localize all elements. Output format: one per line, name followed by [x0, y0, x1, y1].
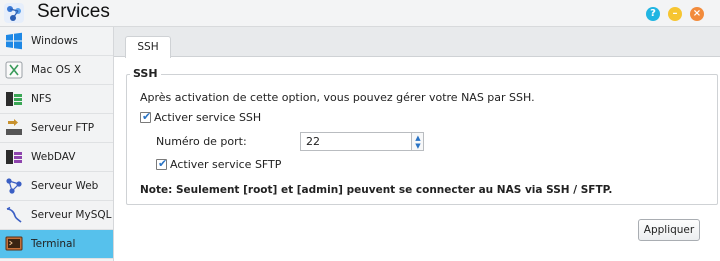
title-bar: Services ? – ×	[0, 0, 720, 27]
sidebar-item-nfs[interactable]: NFS	[0, 85, 113, 114]
web-server-icon	[6, 178, 22, 194]
check-icon: ✔	[158, 157, 168, 170]
sidebar-item-terminal[interactable]: Terminal	[0, 230, 113, 259]
sidebar-item-webdav[interactable]: WebDAV	[0, 143, 113, 172]
apply-button[interactable]: Appliquer	[638, 219, 700, 241]
spin-down-icon[interactable]: ▼	[413, 142, 423, 150]
nfs-icon	[6, 92, 22, 106]
sidebar-item-windows[interactable]: Windows	[0, 27, 113, 56]
tab-ssh[interactable]: SSH	[125, 36, 171, 58]
enable-ssh-label: Activer service SSH	[154, 111, 262, 124]
sidebar-item-label: Windows	[31, 35, 78, 47]
ssh-group-legend: SSH	[130, 67, 161, 81]
services-icon	[4, 3, 24, 23]
mysql-icon	[6, 206, 22, 223]
tab-bar: SSH	[114, 27, 720, 58]
enable-sftp-label: Activer service SFTP	[170, 158, 282, 171]
main-panel: SSH SSH Après activation de cette option…	[114, 27, 720, 261]
enable-sftp-checkbox[interactable]: ✔	[156, 157, 168, 170]
ssh-description: Après activation de cette option, vous p…	[140, 91, 535, 104]
sidebar-item-label: Terminal	[31, 238, 76, 250]
port-stepper[interactable]: ▲ ▼	[412, 132, 424, 151]
spin-up-icon[interactable]: ▲	[413, 134, 423, 142]
help-button[interactable]: ?	[646, 7, 660, 21]
window-title: Services	[37, 1, 110, 22]
terminal-icon	[5, 236, 23, 251]
mac-icon	[5, 61, 23, 79]
help-icon: ?	[650, 8, 656, 19]
sidebar-item-web-server[interactable]: Serveur Web	[0, 172, 113, 201]
ftp-icon	[6, 119, 22, 135]
sidebar-item-label: Serveur FTP	[31, 122, 95, 134]
sidebar-item-label: NFS	[31, 93, 52, 105]
close-icon: ×	[692, 8, 702, 19]
access-note: Note: Seulement [root] et [admin] peuven…	[140, 184, 613, 196]
port-input[interactable]: 22	[300, 132, 412, 151]
close-button[interactable]: ×	[690, 7, 704, 21]
windows-icon	[6, 32, 22, 50]
sidebar-item-mysql[interactable]: Serveur MySQL	[0, 201, 113, 230]
sidebar-item-label: Serveur MySQL	[31, 209, 112, 221]
sidebar: Windows Mac OS X NFS Serveur FTP WebDAV …	[0, 27, 114, 261]
port-label: Numéro de port:	[156, 135, 247, 148]
enable-ssh-checkbox[interactable]: ✔	[140, 110, 152, 123]
check-icon: ✔	[142, 110, 152, 123]
sidebar-item-label: Mac OS X	[31, 64, 82, 76]
sidebar-item-label: Serveur Web	[31, 180, 99, 192]
sidebar-item-ftp[interactable]: Serveur FTP	[0, 114, 113, 143]
minimize-button[interactable]: –	[668, 7, 682, 21]
minimize-icon: –	[672, 8, 678, 19]
sidebar-item-mac-os-x[interactable]: Mac OS X	[0, 56, 113, 85]
webdav-icon	[6, 150, 22, 164]
sidebar-item-label: WebDAV	[31, 151, 76, 163]
